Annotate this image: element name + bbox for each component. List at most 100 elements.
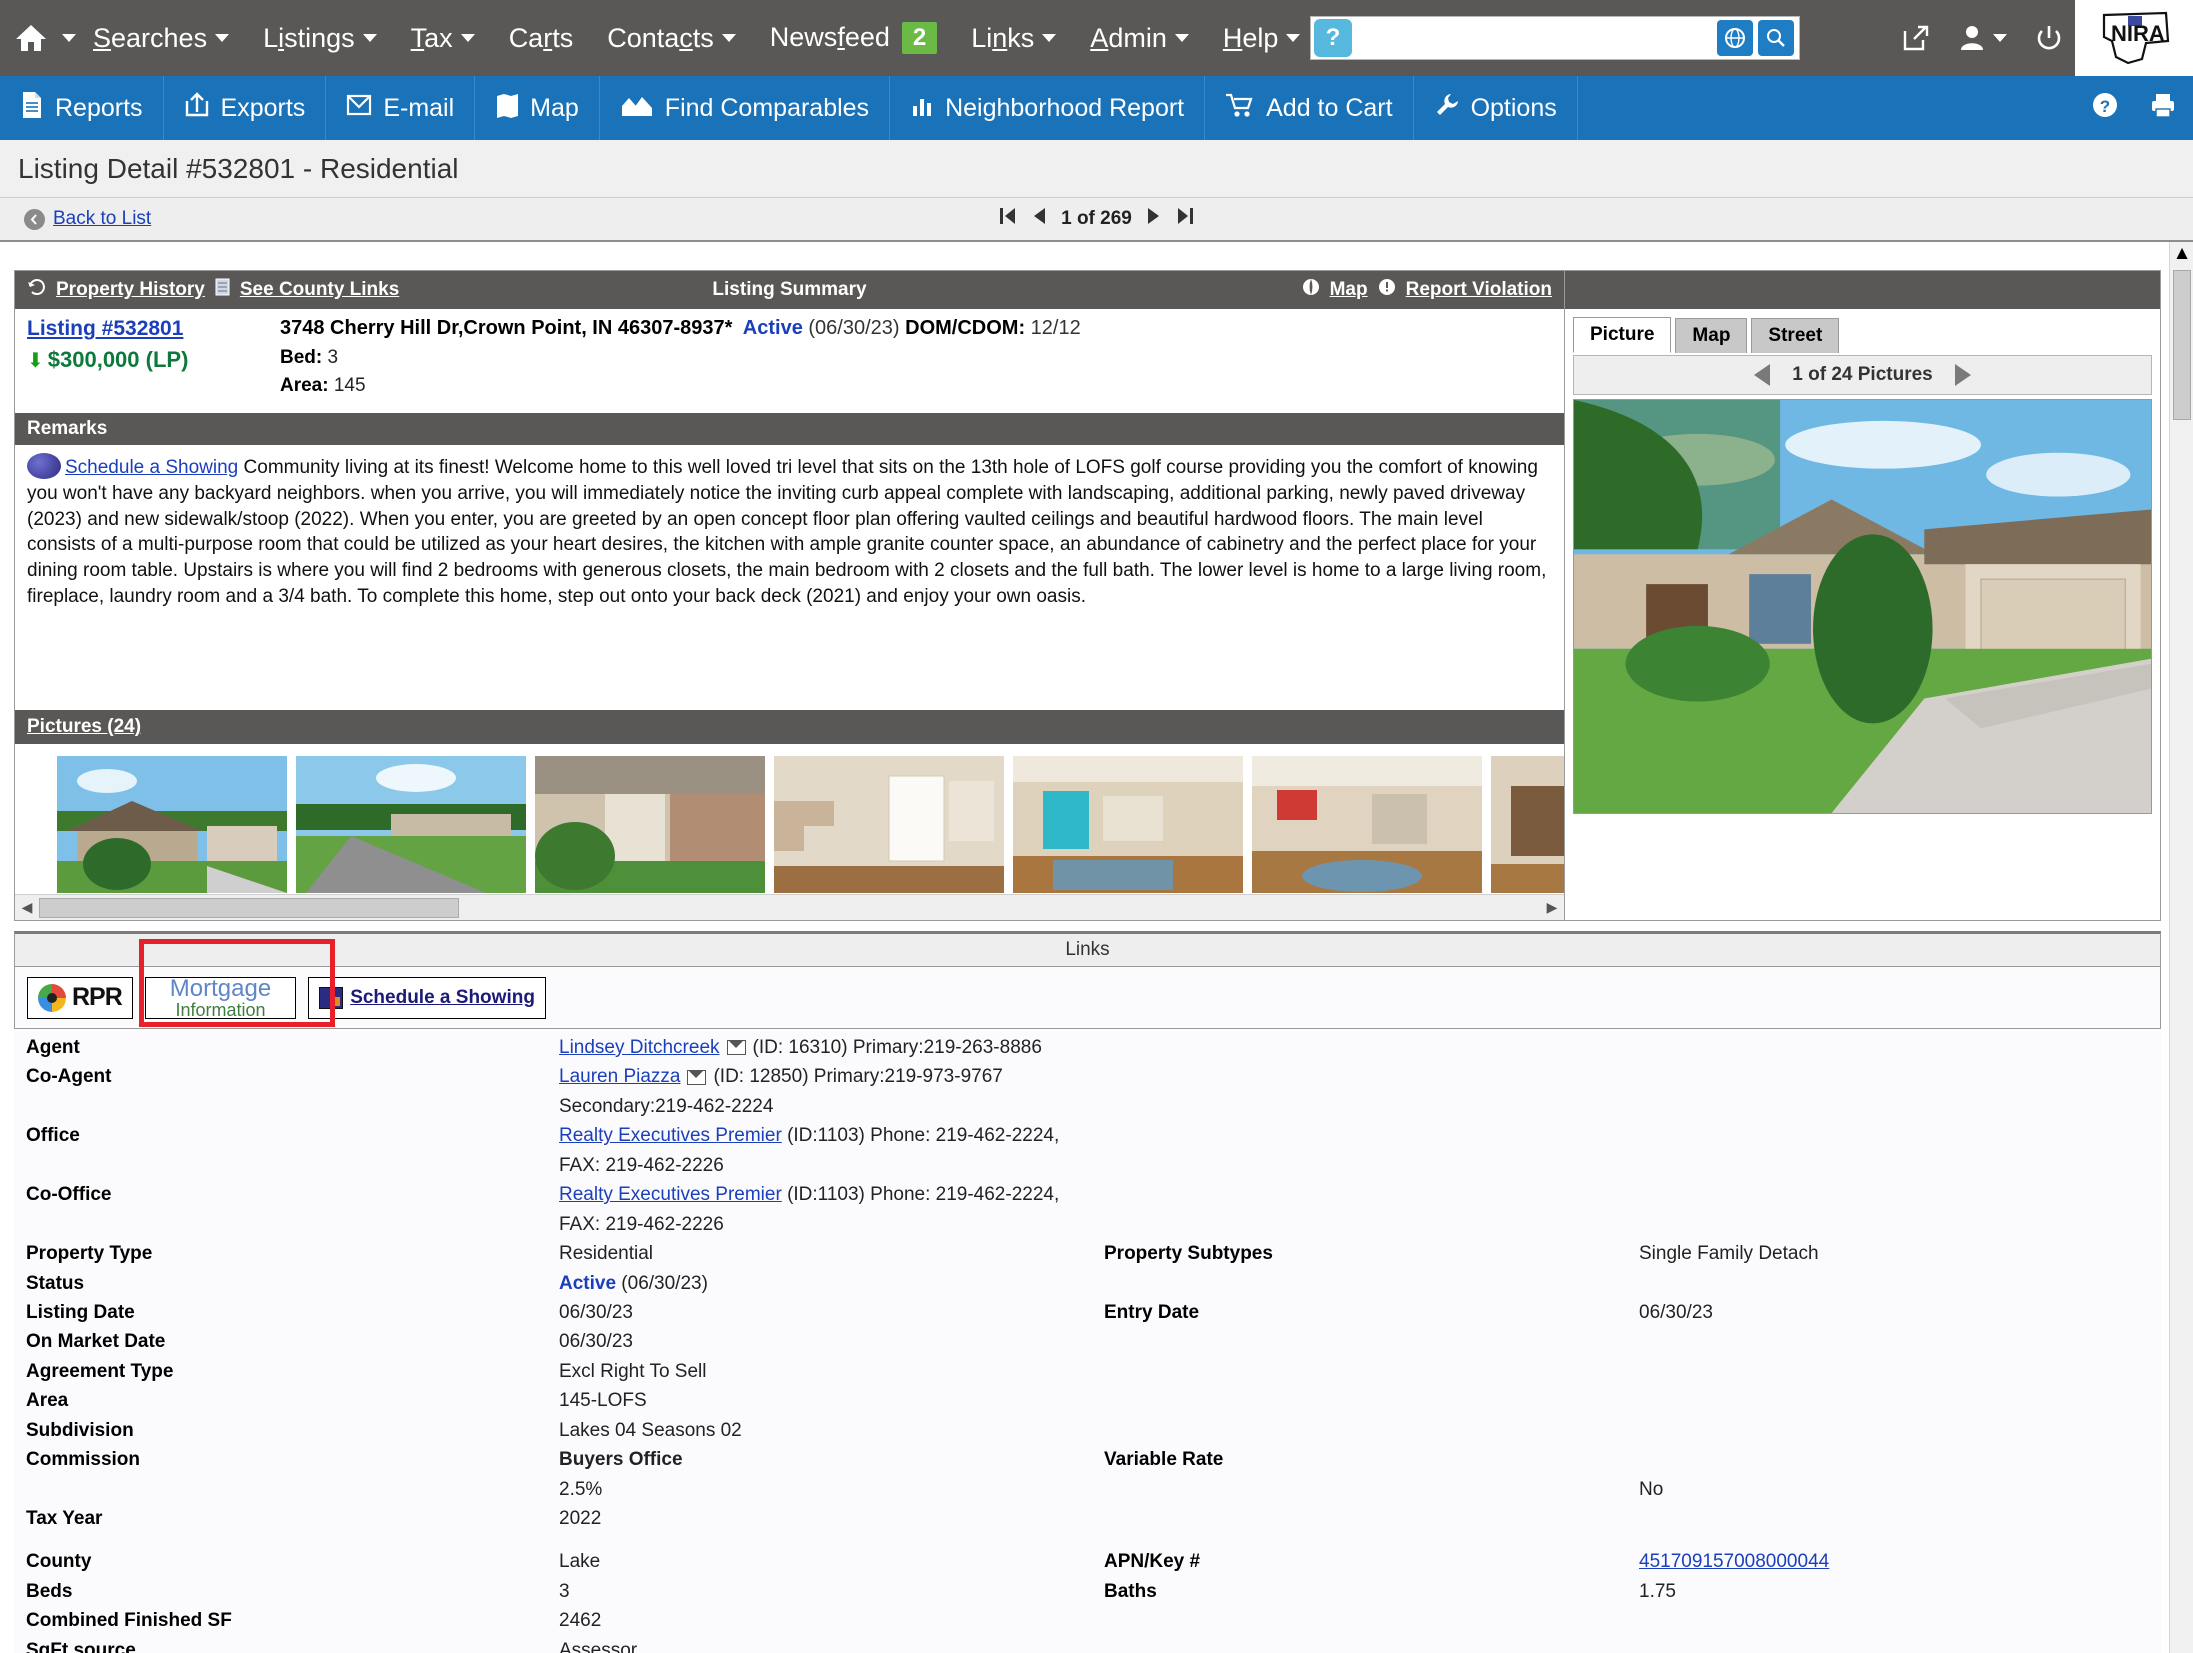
detail-value-baths: 1.75 [1639,1580,1676,1602]
thumbnail-4[interactable] [774,756,1004,893]
globe-search-icon[interactable] [1717,20,1753,56]
envelope-icon[interactable] [726,1040,746,1056]
thumbnail-scrollbar[interactable]: ◀ ▶ [15,894,1564,920]
detail-label-combined-finished-sf: Combined Finished SF [26,1610,232,1632]
home-caret-icon[interactable] [62,34,76,42]
property-address-line: 3748 Cherry Hill Dr,Crown Point, IN 4630… [280,317,1564,340]
picture-tabs: Picture Map Street [1565,309,2160,353]
toolbar-neighborhood-report[interactable]: Neighborhood Report [890,76,1206,140]
table-row: Tax Year 2022 [14,1504,2161,1533]
mortgage-information-button[interactable]: Mortgage Information [144,976,297,1019]
chevron-down-icon [1286,34,1301,42]
first-record-button[interactable] [999,206,1017,232]
open-external-icon[interactable] [1901,23,1931,53]
action-toolbar: Reports Exports E-mail Map Find Comparab… [0,76,2193,140]
thumbnail-1[interactable] [57,756,287,893]
previous-record-button[interactable] [1031,206,1047,232]
menu-item-newsfeed[interactable]: Newsfeed 2 [753,21,954,55]
picture-panel: Picture Map Street 1 of 24 Pictures [1565,271,2160,920]
status-badge: Active [742,317,803,339]
thumbnail-3[interactable] [535,756,765,893]
toolbar-exports[interactable]: Exports [164,76,327,140]
menu-item-tax[interactable]: Tax [394,23,492,54]
detail-label-sqft-source: SqFt source [26,1639,136,1653]
schedule-a-showing-button[interactable]: Schedule a Showing [308,976,546,1019]
menu-item-help[interactable]: Help [1206,23,1318,54]
rpr-logo-icon [38,983,66,1012]
power-logout-icon[interactable] [2035,24,2063,52]
table-row: Status Active (06/30/23) [14,1269,2161,1298]
listing-number-link[interactable]: Listing #532801 [27,317,280,341]
scrollbar-thumb[interactable] [39,898,459,918]
last-record-button[interactable] [1176,206,1194,232]
picture-thumbnail-strip[interactable] [15,744,1564,894]
user-account-icon[interactable] [1959,24,2007,52]
tab-map[interactable]: Map [1675,318,1748,353]
thumbnail-6[interactable] [1252,756,1482,893]
help-circle-icon[interactable]: ? [2091,91,2119,125]
next-picture-button[interactable] [1954,364,1971,386]
picture-position-label: 1 of 24 Pictures [1792,364,1933,385]
toolbar-map[interactable]: Map [475,76,600,140]
back-to-list[interactable]: Back to List [24,208,151,230]
record-pager: 1 of 269 [0,206,2193,232]
back-to-list-link[interactable]: Back to List [53,208,151,230]
toolbar-options[interactable]: Options [1414,76,1578,140]
houses-icon [620,92,654,125]
bar-chart-icon [910,93,934,124]
thumbnail-7[interactable] [1491,756,1564,893]
tab-street[interactable]: Street [1751,318,1840,353]
menu-item-listings[interactable]: Listings [246,23,394,54]
search-input[interactable] [1352,18,1717,58]
search-magnifier-icon[interactable] [1758,20,1794,56]
page-scrollbar-thumb[interactable] [2173,270,2191,420]
pictures-header: Pictures (24) [15,710,1564,744]
menu-item-carts[interactable]: Carts [492,23,591,54]
thumbnail-2[interactable] [296,756,526,893]
tab-picture[interactable]: Picture [1573,317,1672,353]
co-office-link[interactable]: Realty Executives Premier [559,1184,782,1205]
toolbar-email[interactable]: E-mail [326,76,476,140]
apn-link[interactable]: 451709157008000044 [1639,1551,1829,1572]
home-icon[interactable] [14,23,48,53]
next-record-button[interactable] [1146,206,1162,232]
toolbar-find-comparables[interactable]: Find Comparables [600,76,891,140]
detail-value-office: Realty Executives Premier (ID:1103) Phon… [559,1121,1104,1180]
detail-label-property-type: Property Type [26,1243,153,1265]
rpr-button[interactable]: RPR [27,976,133,1019]
search-help-icon[interactable]: ? [1314,19,1352,57]
scroll-up-arrow-icon[interactable]: ▲ [2170,242,2193,266]
table-row: Property Type Residential Property Subty… [14,1239,2161,1268]
menu-item-contacts[interactable]: Contacts [590,23,753,54]
toolbar-reports[interactable]: Reports [0,76,164,140]
chevron-down-icon [1042,34,1057,42]
scroll-right-arrow-icon[interactable]: ▶ [1540,899,1564,916]
detail-value-area: 145-LOFS [559,1390,647,1412]
menu-item-searches[interactable]: Searches [76,23,246,54]
printer-icon[interactable] [2149,91,2177,125]
map-link[interactable]: Map [1330,279,1368,301]
menu-item-admin[interactable]: Admin [1073,23,1206,54]
detail-value-beds: 3 [559,1580,570,1602]
page-scrollbar[interactable]: ▲ [2169,242,2193,1653]
previous-picture-button[interactable] [1754,364,1771,386]
thumbnail-5[interactable] [1013,756,1243,893]
office-link[interactable]: Realty Executives Premier [559,1125,782,1146]
detail-label-entry-date: Entry Date [1104,1301,1200,1323]
remarks-header: Remarks [15,413,1564,445]
toolbar-add-to-cart[interactable]: Add to Cart [1205,76,1414,140]
co-agent-link[interactable]: Lauren Piazza [559,1066,680,1087]
links-section-header: Links [14,931,2161,967]
agent-link[interactable]: Lindsey Ditchcreek [559,1037,720,1058]
chevron-down-icon [1174,34,1189,42]
report-violation-link[interactable]: Report Violation [1406,279,1552,301]
scroll-left-arrow-icon[interactable]: ◀ [15,899,39,916]
detail-label-baths: Baths [1104,1580,1157,1602]
detail-label-office: Office [26,1125,80,1147]
main-property-photo[interactable] [1573,399,2152,814]
record-position-label: 1 of 269 [1061,208,1132,229]
schedule-a-showing-link[interactable]: Schedule a Showing [65,457,238,478]
menu-item-links[interactable]: Links [954,23,1073,54]
envelope-icon[interactable] [687,1069,707,1085]
detail-label-commission: Commission [26,1449,141,1471]
